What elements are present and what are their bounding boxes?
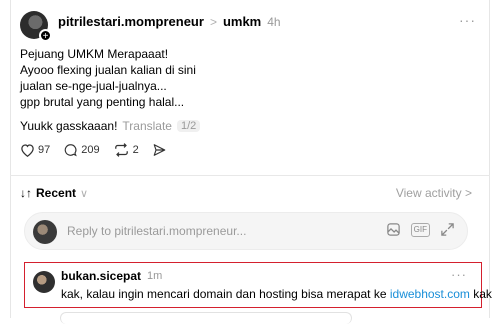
send-icon bbox=[153, 144, 166, 156]
comment-more-icon[interactable]: ··· bbox=[451, 267, 467, 282]
highlighted-comment[interactable]: bukan.sicepat 1m ··· kak, kalau ingin me… bbox=[24, 262, 492, 308]
post-cta-row: Yuukk gasskaaan! Translate 1/2 bbox=[20, 119, 201, 133]
like-count: 97 bbox=[38, 144, 51, 156]
community-name[interactable]: umkm bbox=[223, 14, 261, 29]
comment-count: 209 bbox=[81, 144, 100, 156]
post-line: Ayooo flexing jualan kalian di sini bbox=[20, 63, 196, 77]
post-line: Pejuang UMKM Merapaaat! bbox=[20, 47, 169, 61]
commenter-username[interactable]: bukan.sicepat bbox=[61, 269, 141, 283]
post-actions: 97 209 2 bbox=[20, 143, 180, 157]
page-indicator: 1/2 bbox=[176, 120, 201, 132]
author-username[interactable]: pitrilestari.mompreneur bbox=[58, 14, 204, 29]
post-line: jualan se-nge-jual-jualnya... bbox=[20, 79, 167, 93]
next-item-outline bbox=[60, 312, 352, 324]
sort-dropdown[interactable]: ↓↑ Recent ∨ bbox=[20, 186, 88, 200]
post-line: gpp brutal yang penting halal... bbox=[20, 95, 185, 109]
post-body: Pejuang UMKM Merapaaat! Ayooo flexing ju… bbox=[20, 46, 460, 110]
share-button[interactable] bbox=[152, 143, 167, 157]
comment-text-end: kak bbox=[469, 287, 492, 301]
section-divider bbox=[10, 175, 490, 176]
sort-arrows-icon: ↓↑ bbox=[20, 186, 32, 200]
comment-header: bukan.sicepat 1m bbox=[61, 269, 162, 283]
like-button[interactable]: 97 bbox=[20, 143, 50, 157]
comment-time: 1m bbox=[147, 270, 163, 282]
comment-text: kak, kalau ingin mencari domain dan host… bbox=[61, 287, 492, 301]
comment-bubble-icon bbox=[64, 144, 78, 157]
repost-count: 2 bbox=[132, 144, 139, 156]
chevron-down-icon: ∨ bbox=[80, 187, 89, 200]
separator-chevron-icon: > bbox=[209, 14, 217, 29]
image-icon[interactable] bbox=[386, 222, 401, 237]
translate-link[interactable]: Translate bbox=[122, 119, 172, 133]
post-time: 4h bbox=[267, 14, 281, 29]
post-header: pitrilestari.mompreneur > umkm 4h bbox=[58, 14, 281, 29]
reply-placeholder[interactable]: Reply to pitrilestari.mompreneur... bbox=[67, 224, 246, 238]
comment-button[interactable]: 209 bbox=[63, 143, 100, 157]
heart-icon bbox=[21, 144, 34, 157]
view-activity-link[interactable]: View activity > bbox=[396, 186, 472, 200]
repost-icon bbox=[114, 143, 128, 157]
post-cta-text: Yuukk gasskaaan! bbox=[20, 119, 118, 133]
expand-icon[interactable] bbox=[440, 222, 455, 237]
current-user-avatar bbox=[33, 220, 57, 244]
follow-plus-icon[interactable]: + bbox=[39, 29, 52, 42]
reply-tools: GIF bbox=[386, 222, 455, 237]
reply-input-box[interactable]: Reply to pitrilestari.mompreneur... GIF bbox=[24, 212, 468, 250]
gif-icon[interactable]: GIF bbox=[410, 222, 430, 237]
sort-label: Recent bbox=[36, 186, 77, 200]
post-more-icon[interactable]: ··· bbox=[459, 12, 476, 28]
comment-text-start: kak, kalau ingin mencari domain dan host… bbox=[61, 287, 390, 301]
repost-button[interactable]: 2 bbox=[113, 143, 139, 157]
commenter-avatar[interactable] bbox=[33, 271, 55, 293]
comment-link[interactable]: idwebhost.com bbox=[390, 287, 470, 301]
